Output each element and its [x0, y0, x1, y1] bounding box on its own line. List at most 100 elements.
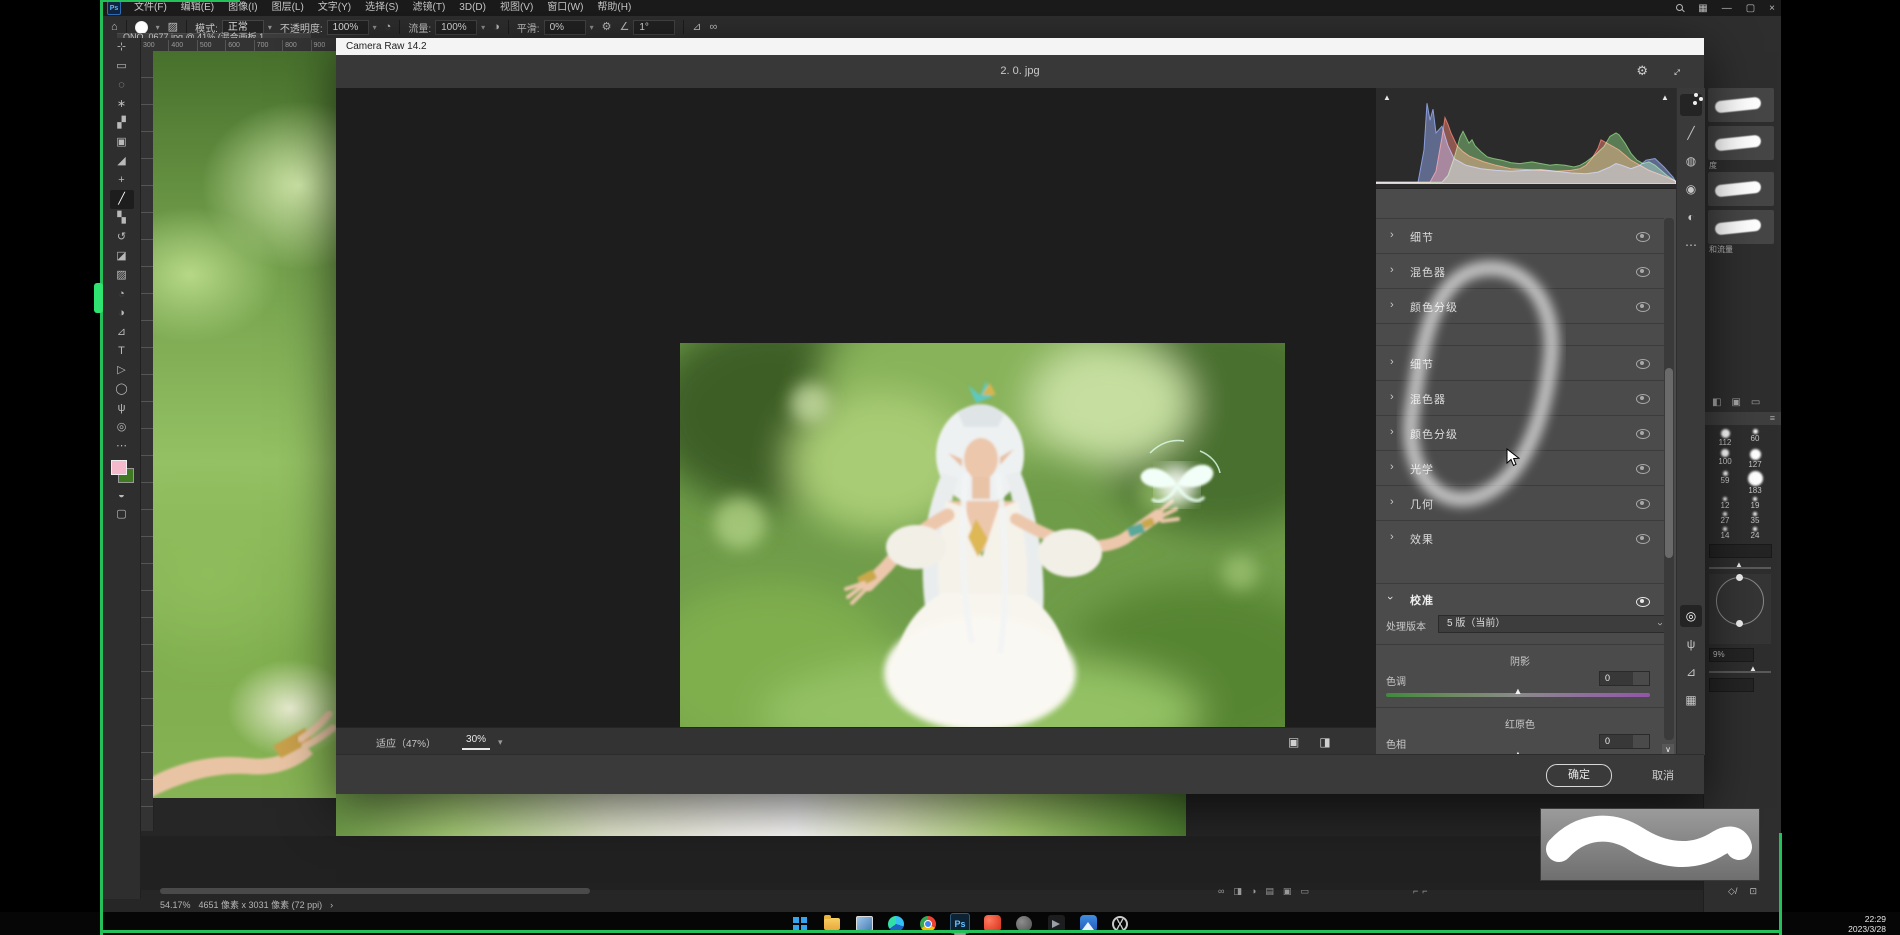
before-after-icon[interactable]: ◨: [1319, 735, 1330, 749]
mask-icon[interactable]: ◨: [1233, 886, 1242, 897]
opacity-input[interactable]: 100%: [327, 20, 369, 35]
preview-mode-icon[interactable]: ▣: [1288, 735, 1299, 749]
path-select-tool-icon[interactable]: ▷: [110, 361, 134, 380]
menu-view[interactable]: 视图(V): [493, 0, 540, 16]
history-brush-tool-icon[interactable]: ↺: [110, 228, 134, 247]
masking-tool-icon[interactable]: ◍: [1680, 150, 1702, 172]
more-tools-icon[interactable]: ⋯: [110, 437, 134, 456]
color-swatches[interactable]: [110, 460, 134, 486]
zoom-chevron-icon[interactable]: ▾: [498, 737, 503, 748]
lasso-tool-icon[interactable]: ◌: [110, 76, 134, 95]
roundness-input[interactable]: 9%: [1709, 648, 1754, 662]
color-grid-icon[interactable]: ▦: [1680, 689, 1702, 711]
brush-preset-cell[interactable]: 27: [1710, 512, 1740, 525]
camera-raw-titlebar[interactable]: Camera Raw 14.2: [336, 38, 1704, 55]
visibility-eye-icon[interactable]: [1636, 464, 1650, 474]
zoom-tool-icon[interactable]: ◎: [110, 418, 134, 437]
visibility-eye-icon[interactable]: [1636, 534, 1650, 544]
brush-tool-icon[interactable]: ╱: [110, 190, 134, 209]
adjustment-icon[interactable]: ◑: [1251, 886, 1256, 897]
visibility-eye-icon[interactable]: [1636, 302, 1650, 312]
brush-preset-cell[interactable]: 24: [1740, 527, 1770, 540]
fullscreen-expand-icon[interactable]: ↔: [1666, 61, 1686, 81]
edit-tool-icon[interactable]: [1680, 94, 1702, 116]
status-zoom[interactable]: 54.17%: [160, 900, 191, 910]
brush-preset-cell[interactable]: 183: [1740, 471, 1770, 495]
dodge-tool-icon[interactable]: ◑: [110, 304, 134, 323]
menu-window[interactable]: 窗口(W): [540, 0, 590, 16]
document-canvas[interactable]: [153, 51, 336, 798]
brush-angle-input[interactable]: 1°: [633, 20, 675, 35]
hue-value-input[interactable]: 0: [1599, 734, 1650, 749]
trash-icon[interactable]: ▭: [1751, 397, 1760, 408]
healing-tool-icon[interactable]: +: [110, 171, 134, 190]
visibility-eye-icon[interactable]: [1636, 359, 1650, 369]
shape-tool-icon[interactable]: ◯: [110, 380, 134, 399]
brush-preset-cell[interactable]: 14: [1710, 527, 1740, 540]
foreground-color-swatch[interactable]: [111, 460, 127, 475]
brush-size-input[interactable]: [1709, 544, 1772, 558]
section-color-grading-2[interactable]: ›颜色分级: [1376, 415, 1664, 450]
settings-gear-icon[interactable]: ⚙: [1636, 63, 1648, 79]
menu-type[interactable]: 文字(Y): [311, 0, 358, 16]
frame-tool-icon[interactable]: ▣: [110, 133, 134, 152]
menu-select[interactable]: 选择(S): [358, 0, 405, 16]
tint-value-input[interactable]: 0: [1599, 671, 1650, 686]
screen-mode-icon[interactable]: ▢: [110, 505, 134, 524]
ok-button[interactable]: 确定: [1546, 764, 1612, 787]
clone-stamp-tool-icon[interactable]: ▚: [110, 209, 134, 228]
tint-slider[interactable]: ▲: [1386, 687, 1650, 699]
brush-stroke-thumb[interactable]: [1708, 172, 1774, 206]
type-tool-icon[interactable]: T: [110, 342, 134, 361]
minimize-button[interactable]: —: [1722, 3, 1732, 14]
restore-button[interactable]: ▢: [1746, 3, 1755, 14]
document-canvas-bottom[interactable]: [336, 794, 1186, 836]
spacing-input[interactable]: [1709, 678, 1754, 692]
hand-tool-icon[interactable]: ψ: [1680, 633, 1702, 655]
folder-icon[interactable]: ◧: [1712, 397, 1721, 408]
panel-header[interactable]: ≡: [1704, 412, 1781, 425]
brush-preset-cell[interactable]: 19: [1740, 497, 1770, 510]
size-slider[interactable]: ▲: [1709, 560, 1771, 570]
brush-stroke-thumb[interactable]: [1708, 126, 1774, 160]
hand-tool-icon[interactable]: ψ: [110, 399, 134, 418]
panel-scrollbar[interactable]: [1664, 218, 1674, 740]
process-version-select[interactable]: 5 版（当前） ›: [1438, 615, 1668, 633]
paint-symmetry-icon[interactable]: ∞: [710, 22, 718, 33]
visibility-eye-icon[interactable]: [1636, 267, 1650, 277]
move-tool-icon[interactable]: ⊹: [110, 38, 134, 57]
calibration-header[interactable]: › 校准: [1376, 583, 1664, 614]
section-geometry[interactable]: ›几何: [1376, 485, 1664, 520]
collapse-icon[interactable]: ⌐: [1413, 886, 1418, 896]
brush-stroke-thumb[interactable]: [1708, 210, 1774, 244]
healing-tool-icon[interactable]: ╱: [1680, 122, 1702, 144]
visibility-eye-icon[interactable]: [1636, 232, 1650, 242]
menu-image[interactable]: 图像(I): [221, 0, 264, 16]
capture-handle[interactable]: [94, 283, 103, 313]
menu-layer[interactable]: 图层(L): [265, 0, 311, 16]
delete-icon[interactable]: ▭: [1300, 886, 1309, 897]
brush-angle-control[interactable]: [1709, 574, 1771, 644]
red-eye-tool-icon[interactable]: ◉: [1680, 178, 1702, 200]
brush-preset-cell[interactable]: 35: [1740, 512, 1770, 525]
collapse-icon-2[interactable]: ⌐: [1422, 886, 1427, 896]
brush-preset-cell[interactable]: 112: [1710, 429, 1740, 447]
panel-menu-icon[interactable]: ≡: [1770, 412, 1775, 425]
histogram[interactable]: ▲ ▲: [1376, 88, 1676, 189]
crop-tool-icon[interactable]: ▞: [110, 114, 134, 133]
section-effects[interactable]: ›效果: [1376, 520, 1664, 555]
eyedropper-tool-icon[interactable]: ◢: [110, 152, 134, 171]
pen-tool-icon[interactable]: ⊿: [110, 323, 134, 342]
airbrush-icon[interactable]: ◑: [493, 22, 500, 33]
menu-filter[interactable]: 滤镜(T): [406, 0, 453, 16]
quick-select-tool-icon[interactable]: ∗: [110, 95, 134, 114]
blur-tool-icon[interactable]: ◔: [110, 285, 134, 304]
brush-preset-cell[interactable]: 12: [1710, 497, 1740, 510]
brush-preset-cell[interactable]: 59: [1710, 471, 1740, 495]
section-color-grading[interactable]: ›颜色分级: [1376, 288, 1664, 323]
brush-preset-cell[interactable]: 100: [1710, 449, 1740, 469]
flow-input[interactable]: 100%: [435, 20, 477, 35]
marquee-tool-icon[interactable]: ▭: [110, 57, 134, 76]
pressure-opacity-icon[interactable]: ◔: [385, 22, 392, 33]
new-preset-icon[interactable]: ▣: [1731, 397, 1740, 408]
